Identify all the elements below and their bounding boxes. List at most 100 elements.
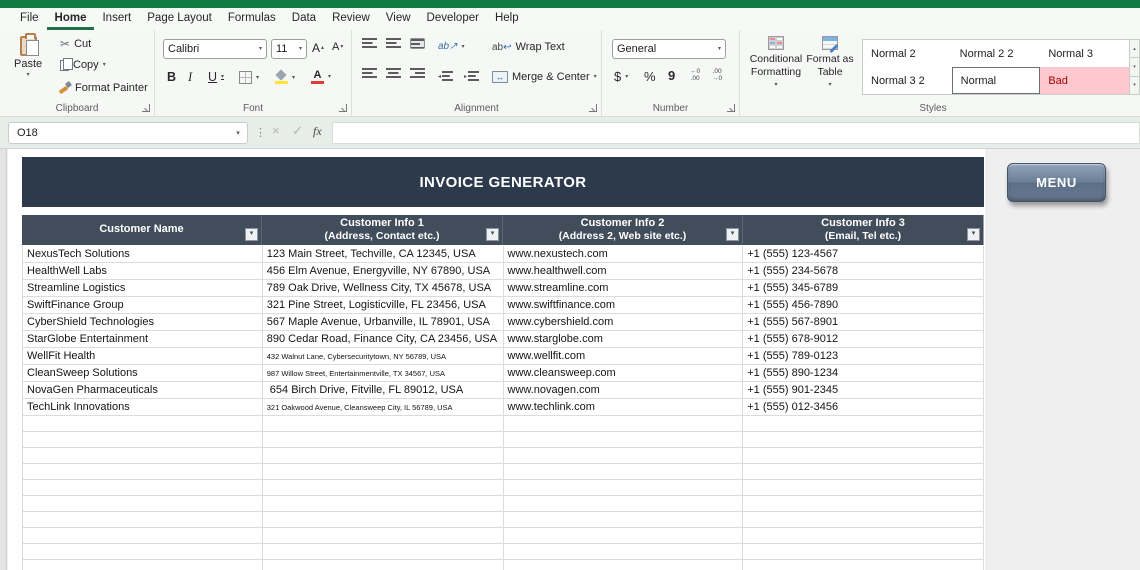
cell-address[interactable]: 432 Walnut Lane, Cybersecuritytown, NY 5…: [262, 348, 504, 365]
cell-website[interactable]: www.starglobe.com: [503, 331, 744, 348]
font-dialog-launcher-icon[interactable]: [339, 104, 347, 112]
cancel-icon[interactable]: ×: [272, 123, 280, 138]
cell-empty[interactable]: [503, 480, 744, 496]
align-middle-icon[interactable]: [386, 38, 401, 49]
align-right-icon[interactable]: [410, 68, 425, 79]
align-left-icon[interactable]: [362, 68, 377, 79]
cell-phone[interactable]: +1 (555) 890-1234: [743, 365, 984, 382]
filter-dropdown-icon[interactable]: ▾: [967, 228, 980, 241]
currency-dropdown-icon[interactable]: ▾: [625, 74, 628, 80]
name-box-dropdown-icon[interactable]: ▾: [229, 129, 247, 137]
cell-website[interactable]: www.swiftfinance.com: [503, 297, 744, 314]
decrease-font-size-button[interactable]: A ▾: [332, 41, 343, 53]
cell-empty[interactable]: [262, 464, 504, 480]
format-as-table-button[interactable]: Format as Table ▾: [804, 36, 856, 88]
table-row-empty[interactable]: [22, 480, 984, 496]
increase-decimal-button[interactable]: ←0.00: [690, 68, 700, 82]
cell-empty[interactable]: [23, 464, 263, 480]
header-customer-name[interactable]: Customer Name ▾: [22, 215, 262, 245]
header-customer-info-3[interactable]: Customer Info 3 (Email, Tel etc.) ▾: [743, 215, 984, 245]
cell-website[interactable]: www.streamline.com: [503, 280, 744, 297]
table-row-empty[interactable]: [22, 432, 984, 448]
cell-empty[interactable]: [503, 464, 744, 480]
cell-address[interactable]: 567 Maple Avenue, Urbanville, IL 78901, …: [262, 314, 504, 331]
cell-phone[interactable]: +1 (555) 456-7890: [743, 297, 984, 314]
header-customer-info-1[interactable]: Customer Info 1 (Address, Contact etc.) …: [262, 215, 503, 245]
table-row-empty[interactable]: [22, 560, 984, 570]
cell-website[interactable]: www.novagen.com: [503, 382, 744, 399]
cell-name[interactable]: StarGlobe Entertainment: [23, 331, 263, 348]
font-color-dropdown-icon[interactable]: ▾: [328, 74, 331, 80]
merge-center-dropdown-icon[interactable]: ▾: [594, 74, 597, 80]
style-normal-2-2[interactable]: Normal 2 2: [952, 40, 1041, 67]
cell-empty[interactable]: [262, 544, 504, 560]
fill-color-button[interactable]: ▾: [275, 71, 295, 84]
menu-button[interactable]: MENU: [1007, 163, 1106, 202]
tab-data[interactable]: Data: [284, 8, 324, 30]
tab-view[interactable]: View: [378, 8, 419, 30]
table-row-empty[interactable]: [22, 528, 984, 544]
gallery-scroll-down-icon[interactable]: ▾: [1129, 58, 1140, 77]
cell-website[interactable]: www.wellfit.com: [503, 348, 744, 365]
tab-home[interactable]: Home: [46, 8, 95, 30]
currency-button[interactable]: $ ▾: [614, 69, 628, 84]
gallery-scroll-up-icon[interactable]: ▴: [1129, 39, 1140, 59]
cell-address[interactable]: 456 Elm Avenue, Energyville, NY 67890, U…: [262, 263, 504, 280]
cell-address[interactable]: 987 Willow Street, Entertainmentville, T…: [262, 365, 504, 382]
cell-name[interactable]: SwiftFinance Group: [23, 297, 263, 314]
table-row-empty[interactable]: [22, 448, 984, 464]
cell-name[interactable]: CleanSweep Solutions: [23, 365, 263, 382]
cell-empty[interactable]: [23, 432, 263, 448]
cell-website[interactable]: www.healthwell.com: [503, 263, 744, 280]
table-row-empty[interactable]: [22, 416, 984, 432]
cell-empty[interactable]: [262, 512, 504, 528]
format-painter-button[interactable]: Format Painter: [58, 81, 148, 94]
cell-phone[interactable]: +1 (555) 567-8901: [743, 314, 984, 331]
cell-empty[interactable]: [503, 528, 744, 544]
name-box[interactable]: O18 ▾: [8, 122, 248, 144]
invoice-banner[interactable]: INVOICE GENERATOR: [22, 157, 984, 207]
style-normal-3-2[interactable]: Normal 3 2: [863, 67, 952, 94]
font-size-select[interactable]: 11 ▾: [271, 39, 307, 59]
tab-formulas[interactable]: Formulas: [220, 8, 284, 30]
table-row-empty[interactable]: [22, 496, 984, 512]
cell-empty[interactable]: [503, 544, 744, 560]
formula-input[interactable]: [332, 122, 1140, 144]
cell-empty[interactable]: [23, 528, 263, 544]
alignment-dialog-launcher-icon[interactable]: [589, 104, 597, 112]
table-row-empty[interactable]: [22, 512, 984, 528]
decrease-decimal-button[interactable]: .00 →0: [712, 68, 722, 82]
orientation-dropdown-icon[interactable]: ▾: [462, 44, 465, 50]
align-bottom-icon[interactable]: [410, 38, 425, 49]
cell-empty[interactable]: [743, 496, 984, 512]
cell-name[interactable]: Streamline Logistics: [23, 280, 263, 297]
tab-review[interactable]: Review: [324, 8, 378, 30]
tab-insert[interactable]: Insert: [94, 8, 139, 30]
header-customer-info-2[interactable]: Customer Info 2 (Address 2, Web site etc…: [503, 215, 743, 245]
cell-empty[interactable]: [23, 448, 263, 464]
paste-dropdown-icon[interactable]: ▾: [27, 72, 30, 78]
style-normal-3[interactable]: Normal 3: [1040, 40, 1129, 67]
tab-page-layout[interactable]: Page Layout: [139, 8, 220, 30]
comma-style-button[interactable]: 9: [668, 68, 675, 83]
cell-empty[interactable]: [263, 560, 504, 570]
paste-button[interactable]: Paste ▾: [14, 33, 42, 78]
bold-button[interactable]: B: [167, 70, 176, 84]
align-center-icon[interactable]: [386, 68, 401, 79]
cell-phone[interactable]: +1 (555) 123-4567: [743, 246, 984, 263]
cell-empty[interactable]: [262, 416, 504, 432]
copy-button[interactable]: Copy ▾: [60, 57, 106, 71]
cell-address[interactable]: 321 Pine Street, Logisticville, FL 23456…: [262, 297, 504, 314]
table-row-empty[interactable]: [22, 464, 984, 480]
cell-empty[interactable]: [504, 560, 744, 570]
cell-website[interactable]: www.techlink.com: [503, 399, 744, 416]
cell-empty[interactable]: [262, 496, 504, 512]
cell-empty[interactable]: [23, 512, 263, 528]
cell-name[interactable]: CyberShield Technologies: [23, 314, 263, 331]
clipboard-dialog-launcher-icon[interactable]: [142, 104, 150, 112]
cell-empty[interactable]: [23, 416, 263, 432]
cell-name[interactable]: NexusTech Solutions: [23, 246, 263, 263]
tab-help[interactable]: Help: [487, 8, 527, 30]
cell-empty[interactable]: [503, 448, 744, 464]
cell-name[interactable]: TechLink Innovations: [23, 399, 263, 416]
